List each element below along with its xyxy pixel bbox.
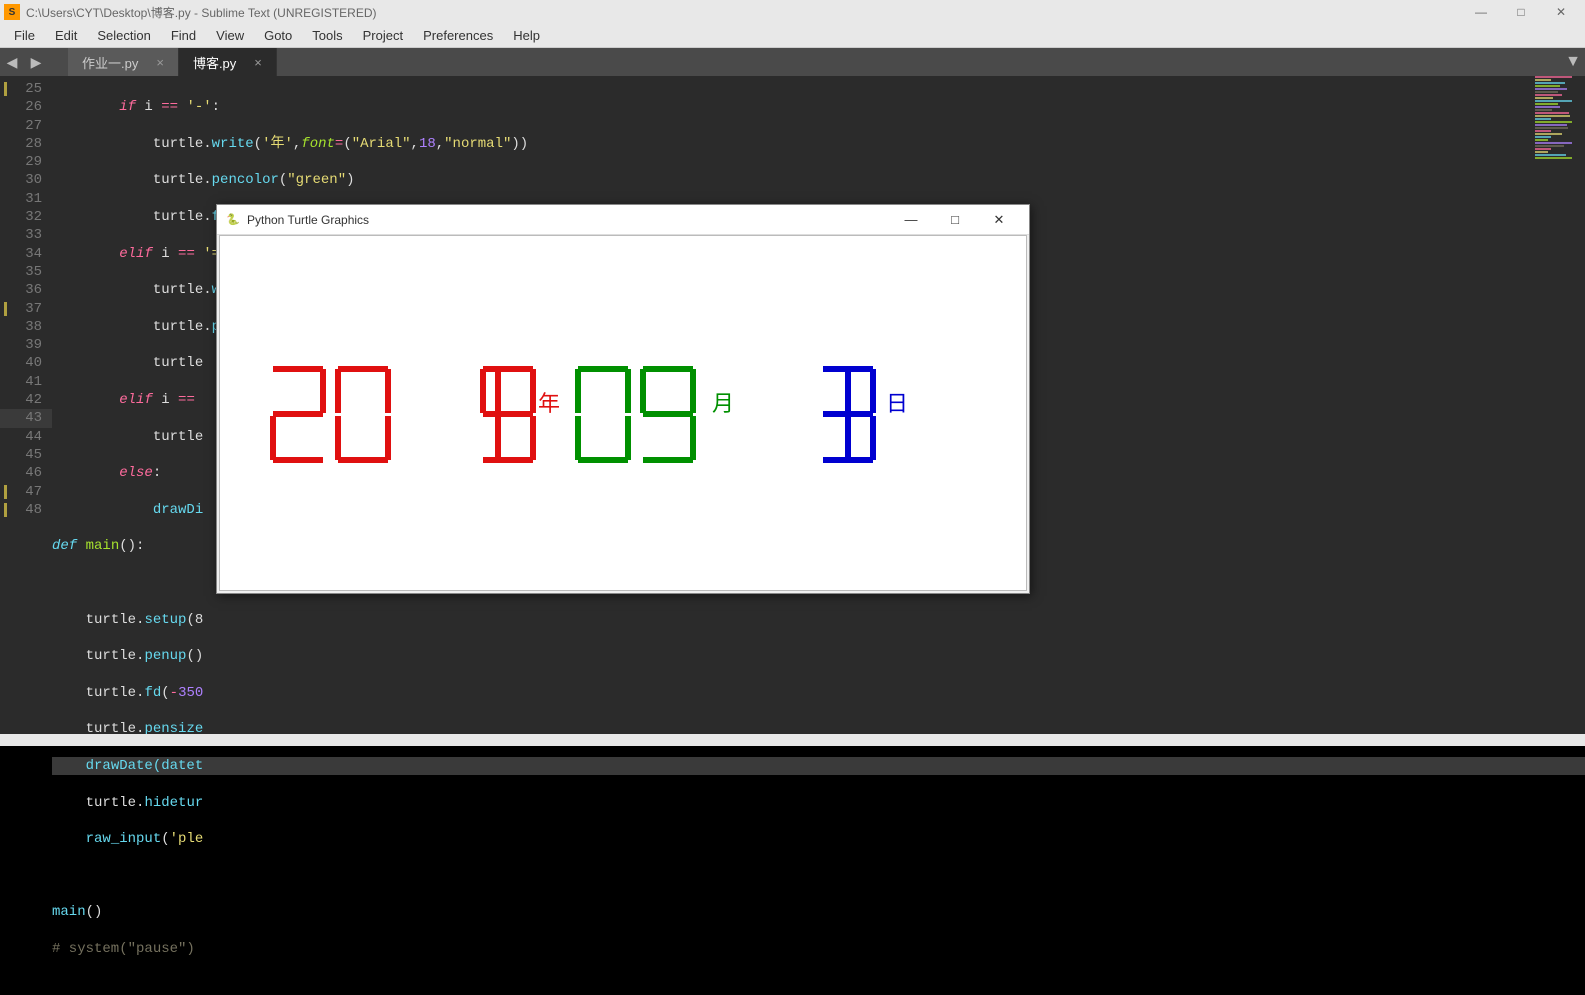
line-number: 44 [0, 428, 52, 446]
line-number: 32 [0, 208, 52, 226]
line-number: 47 [0, 483, 52, 501]
menu-file[interactable]: File [4, 26, 45, 45]
line-number: 40 [0, 354, 52, 372]
line-number: 45 [0, 446, 52, 464]
line-number: 25 [0, 80, 52, 98]
turtle-maximize-button[interactable]: □ [933, 206, 977, 234]
line-number: 31 [0, 190, 52, 208]
turtle-canvas: 年 月 日 [219, 235, 1027, 591]
line-number: 27 [0, 117, 52, 135]
turtle-title-bar[interactable]: 🐍 Python Turtle Graphics — □ ✕ [217, 205, 1029, 235]
minimap[interactable] [1535, 76, 1575, 166]
minimize-button[interactable]: — [1461, 0, 1501, 24]
menu-view[interactable]: View [206, 26, 254, 45]
line-number: 39 [0, 336, 52, 354]
menu-tools[interactable]: Tools [302, 26, 352, 45]
line-number: 37 [0, 300, 52, 318]
tab-bar: ◀ ▶ 作业一.py × 博客.py × ▼ [0, 48, 1585, 76]
python-icon: 🐍 [225, 212, 241, 228]
tab-homework[interactable]: 作业一.py × [68, 48, 179, 76]
title-bar: S C:\Users\CYT\Desktop\博客.py - Sublime T… [0, 0, 1585, 24]
menu-bar: File Edit Selection Find View Goto Tools… [0, 24, 1585, 48]
window-title: C:\Users\CYT\Desktop\博客.py - Sublime Tex… [26, 4, 1461, 21]
line-number: 42 [0, 391, 52, 409]
line-number: 43 [0, 409, 52, 427]
tab-label: 博客.py [193, 53, 236, 72]
month-label: 月 [712, 386, 734, 418]
nav-forward-icon[interactable]: ▶ [24, 50, 48, 74]
tab-overflow-icon[interactable]: ▼ [1561, 53, 1585, 71]
menu-find[interactable]: Find [161, 26, 206, 45]
line-number: 29 [0, 153, 52, 171]
line-number: 28 [0, 135, 52, 153]
tab-close-icon[interactable]: × [254, 55, 262, 70]
line-gutter: 2526272829303132333435363738394041424344… [0, 76, 52, 734]
turtle-close-button[interactable]: ✕ [977, 206, 1021, 234]
line-number: 38 [0, 318, 52, 336]
nav-back-icon[interactable]: ◀ [0, 50, 24, 74]
line-number: 26 [0, 98, 52, 116]
app-icon: S [4, 4, 20, 20]
menu-help[interactable]: Help [503, 26, 550, 45]
line-number: 41 [0, 373, 52, 391]
turtle-window[interactable]: 🐍 Python Turtle Graphics — □ ✕ 年 月 日 [216, 204, 1030, 594]
turtle-title-text: Python Turtle Graphics [247, 213, 889, 227]
menu-goto[interactable]: Goto [254, 26, 302, 45]
year-label: 年 [538, 386, 560, 418]
close-button[interactable]: ✕ [1541, 0, 1581, 24]
line-number: 36 [0, 281, 52, 299]
tab-close-icon[interactable]: × [156, 55, 164, 70]
tab-blog[interactable]: 博客.py × [179, 48, 277, 76]
status-bar [0, 734, 1585, 746]
line-number: 30 [0, 171, 52, 189]
line-number: 46 [0, 464, 52, 482]
day-label: 日 [886, 386, 908, 418]
menu-project[interactable]: Project [353, 26, 413, 45]
line-number: 35 [0, 263, 52, 281]
line-number: 48 [0, 501, 52, 519]
turtle-minimize-button[interactable]: — [889, 206, 933, 234]
tab-label: 作业一.py [82, 53, 138, 72]
menu-selection[interactable]: Selection [87, 26, 160, 45]
menu-edit[interactable]: Edit [45, 26, 87, 45]
line-number: 33 [0, 226, 52, 244]
line-number: 34 [0, 245, 52, 263]
menu-preferences[interactable]: Preferences [413, 26, 503, 45]
maximize-button[interactable]: □ [1501, 0, 1541, 24]
